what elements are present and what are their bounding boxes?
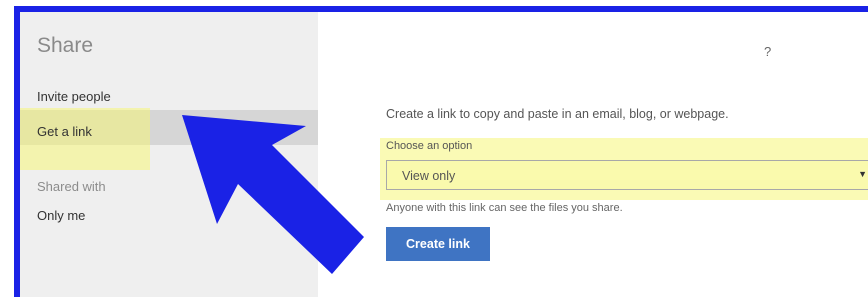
link-note: Anyone with this link can see the files … xyxy=(386,202,623,214)
highlight-get-a-link xyxy=(20,108,150,170)
share-dialog-frame: Share Invite people Get a link Shared wi… xyxy=(14,6,868,297)
choose-option-label: Choose an option xyxy=(386,140,473,152)
sidebar-item-invite-people[interactable]: Invite people xyxy=(37,89,111,104)
create-link-button[interactable]: Create link xyxy=(386,227,490,261)
help-icon[interactable]: ? xyxy=(764,44,771,59)
shared-with-label: Shared with xyxy=(37,179,106,194)
sidebar-item-get-a-link[interactable]: Get a link xyxy=(37,124,92,139)
share-sidebar: Share Invite people Get a link Shared wi… xyxy=(20,12,318,297)
permission-select[interactable]: View only ▼ xyxy=(386,160,868,190)
permission-select-value: View only xyxy=(402,169,456,183)
shared-with-value[interactable]: Only me xyxy=(37,208,85,223)
share-title: Share xyxy=(37,34,94,57)
link-description: Create a link to copy and paste in an em… xyxy=(386,107,729,121)
chevron-down-icon: ▼ xyxy=(858,169,867,179)
